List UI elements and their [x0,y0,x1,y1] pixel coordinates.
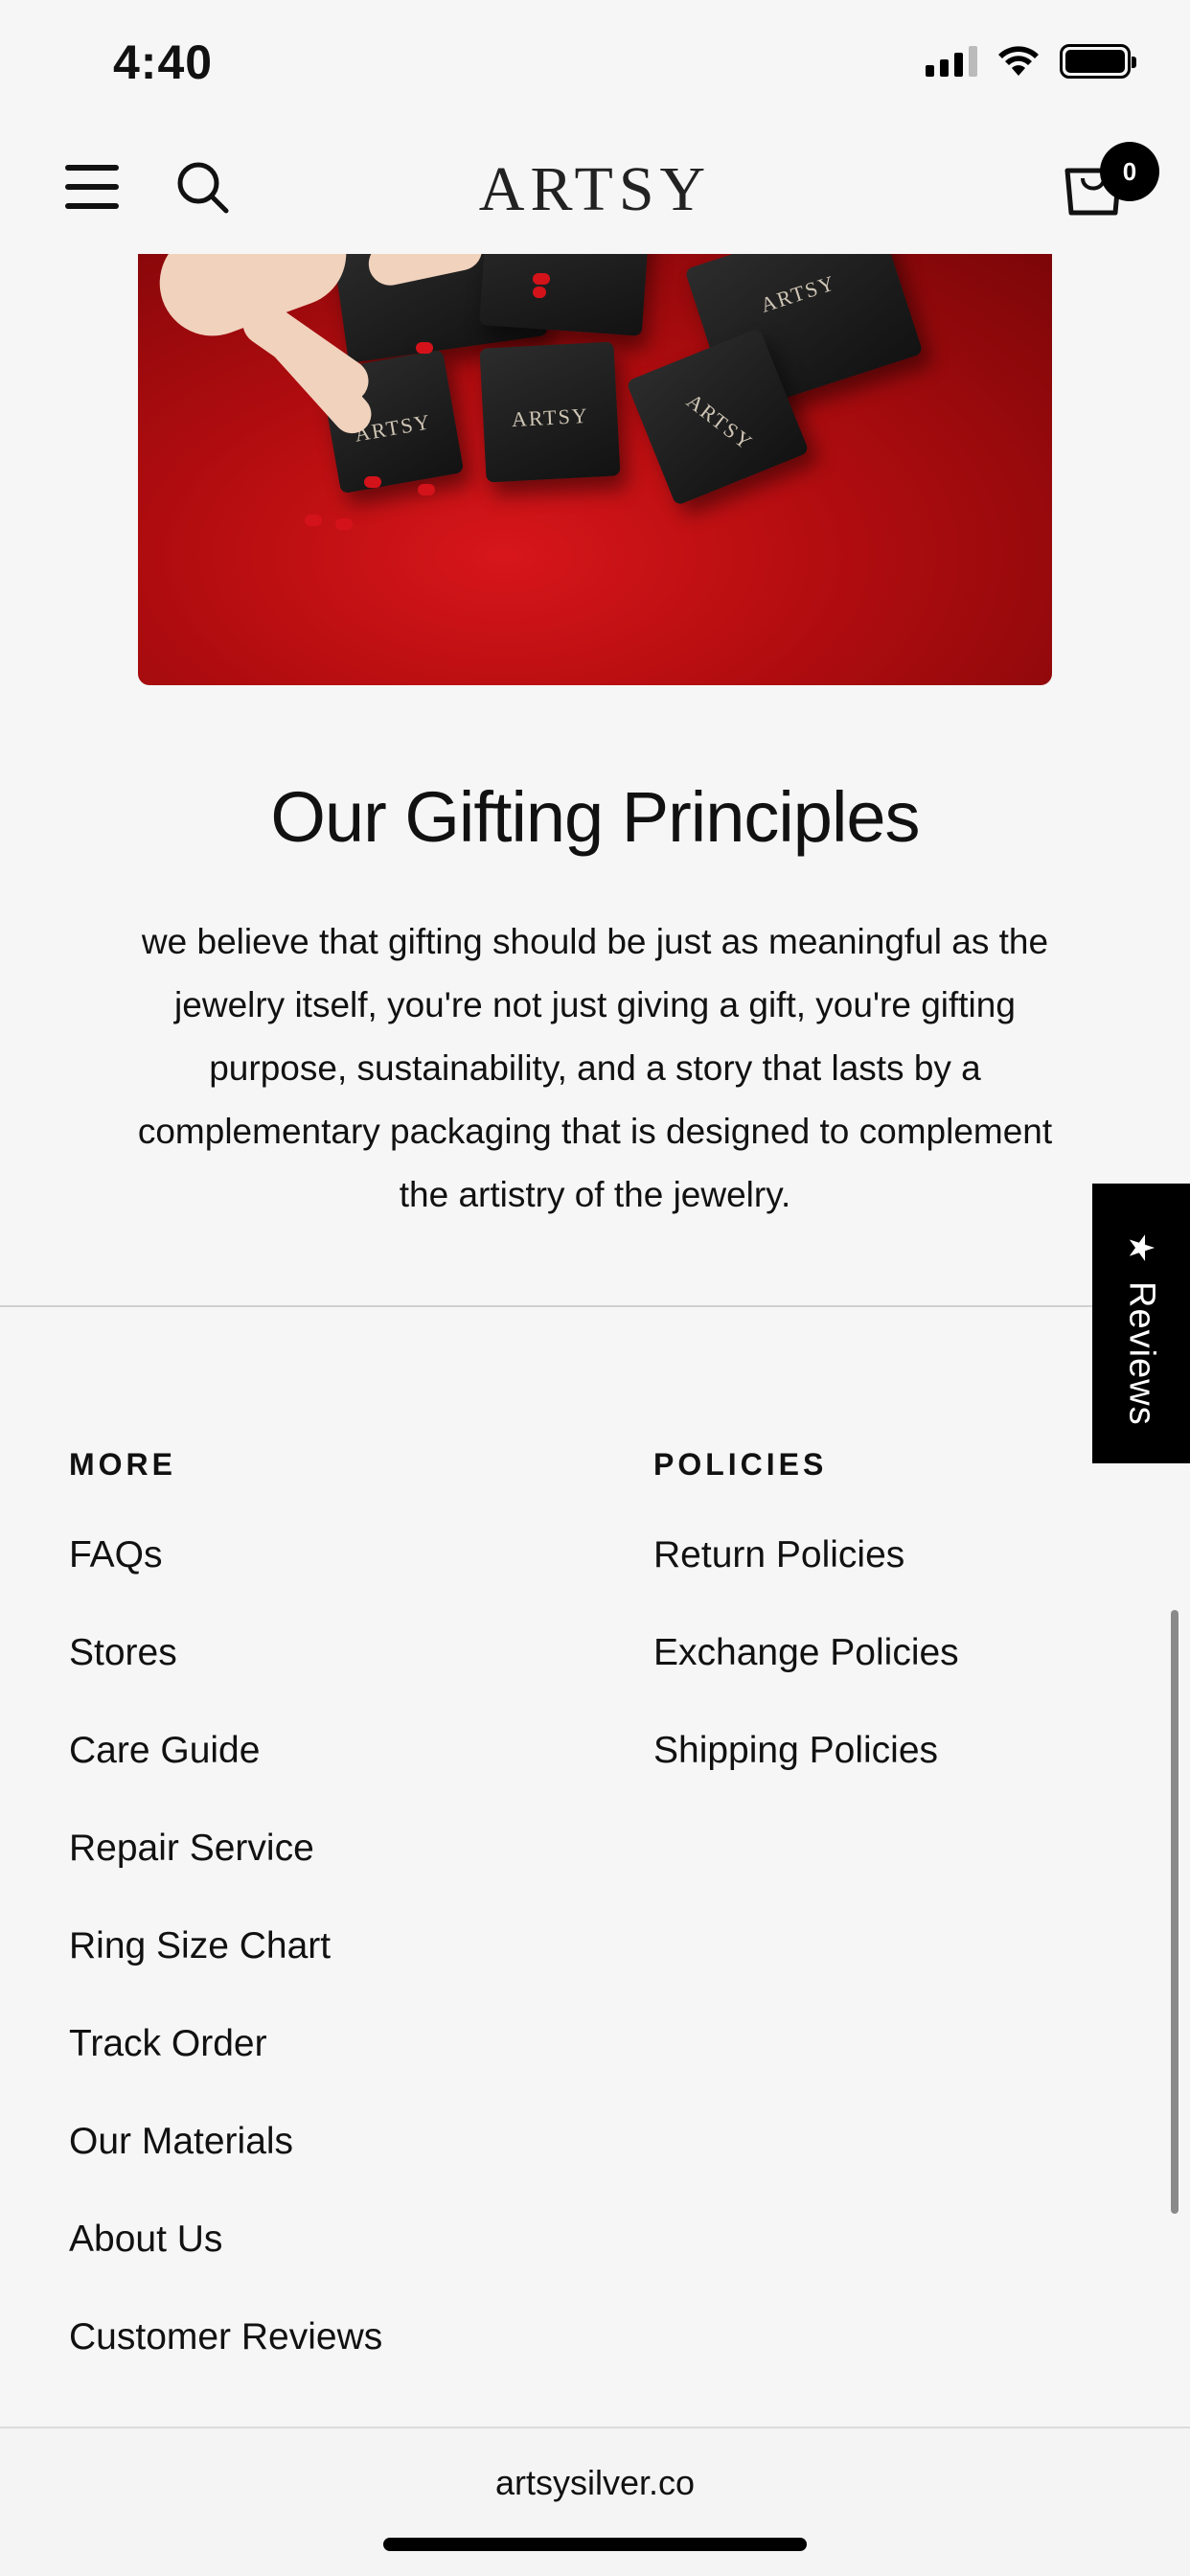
wifi-icon [998,46,1039,76]
nail [418,484,435,495]
footer-policies-column: POLICIES Return Policies Exchange Polici… [653,1447,959,1827]
footer-link-ring-size-chart[interactable]: Ring Size Chart [69,1924,382,2022]
gifting-hero-image: ARTSY ARTSY ARTSY ARTSY [138,254,1052,685]
brand-logo[interactable]: ARTSY [0,153,1190,226]
nail [533,273,550,285]
nail [533,287,546,298]
status-icons [926,44,1136,79]
footer-more-heading: MORE [69,1447,176,1482]
reviews-tab[interactable]: ★ Reviews [1092,1184,1190,1463]
gifting-title: Our Gifting Principles [270,777,920,857]
url-text[interactable]: artsysilver.co [0,2463,1190,2503]
footer-link-faqs[interactable]: FAQs [69,1533,382,1631]
footer-link-shipping-policies[interactable]: Shipping Policies [653,1729,959,1827]
nail [416,342,433,354]
reviews-tab-label: Reviews [1121,1281,1162,1426]
footer-policies-heading: POLICIES [653,1447,828,1482]
footer-more-column: MORE FAQs Stores Care Guide Repair Servi… [69,1447,382,2413]
battery-icon [1060,44,1136,79]
footer-link-return-policies[interactable]: Return Policies [653,1533,959,1631]
status-time: 4:40 [113,35,214,89]
nail [364,476,381,488]
gifting-description: we believe that gifting should be just a… [137,922,1053,1214]
browser-address-bar[interactable]: artsysilver.co [0,2426,1190,2576]
home-indicator[interactable] [383,2538,807,2551]
gift-box [479,254,650,336]
footer-link-repair-service[interactable]: Repair Service [69,1827,382,1924]
star-icon: ★ [1122,1231,1161,1264]
nail [305,515,322,526]
footer-link-exchange-policies[interactable]: Exchange Policies [653,1631,959,1729]
site-header: ARTSY 0 [0,125,1190,254]
nail [335,518,353,530]
status-bar: 4:40 [0,0,1190,125]
footer-link-our-materials[interactable]: Our Materials [69,2120,382,2218]
footer-link-customer-reviews[interactable]: Customer Reviews [69,2315,382,2413]
gift-box: ARTSY [479,341,621,483]
footer-link-care-guide[interactable]: Care Guide [69,1729,382,1827]
page-scrollbar[interactable] [1171,1610,1179,2214]
footer-link-about-us[interactable]: About Us [69,2218,382,2315]
section-divider [0,1305,1190,1307]
footer-link-stores[interactable]: Stores [69,1631,382,1729]
cellular-signal-icon [926,46,977,77]
cart-count-badge[interactable]: 0 [1100,142,1159,201]
footer-link-track-order[interactable]: Track Order [69,2022,382,2120]
